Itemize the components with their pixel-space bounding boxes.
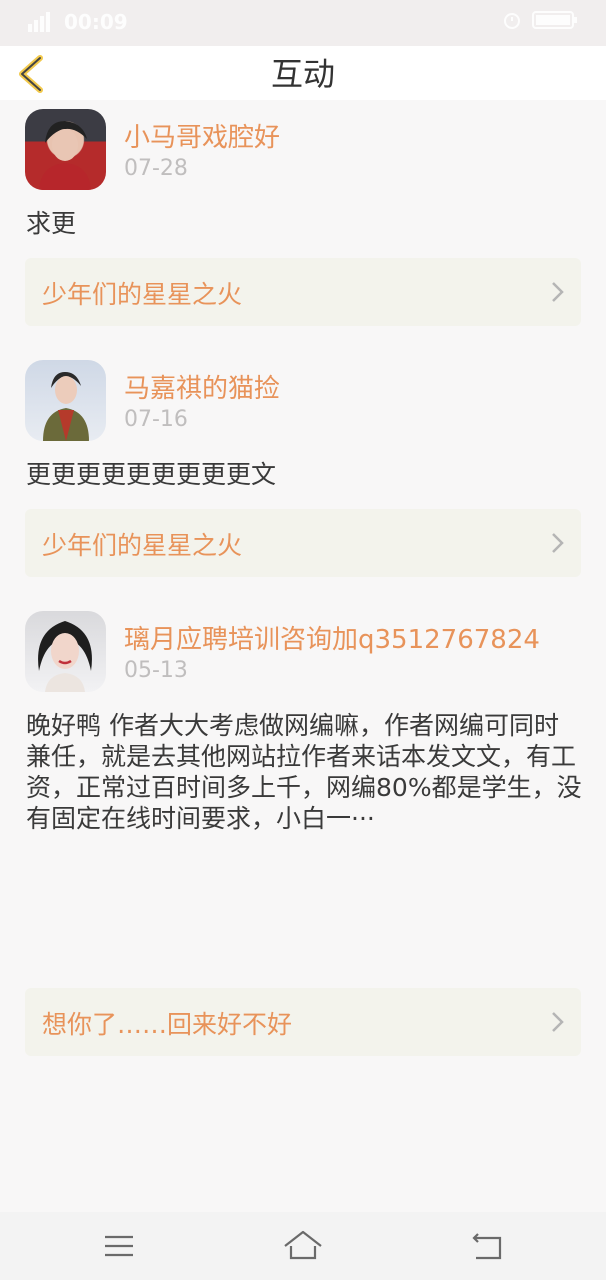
avatar[interactable] <box>25 611 106 692</box>
alarm-icon <box>504 13 520 29</box>
page-title: 互动 <box>270 55 335 93</box>
book-title: 少年们的星星之火 <box>42 531 243 560</box>
chevron-right-icon <box>552 533 564 553</box>
comment-date: 05-13 <box>124 658 188 683</box>
return-icon[interactable] <box>468 1226 508 1266</box>
comment-date: 07-28 <box>124 156 188 181</box>
system-nav-bar <box>0 1212 606 1280</box>
avatar[interactable] <box>25 360 106 441</box>
book-title: 想你了……回来好不好 <box>42 1010 293 1039</box>
username[interactable]: 小马哥戏腔好 <box>124 117 280 154</box>
status-bar: 00:09 <box>0 0 606 46</box>
avatar[interactable] <box>25 109 106 190</box>
book-title: 少年们的星星之火 <box>42 280 243 309</box>
avatar-portrait-icon <box>39 121 91 190</box>
status-time: 00:09 <box>64 10 128 34</box>
book-link[interactable]: 想你了……回来好不好 <box>25 988 581 1056</box>
avatar-portrait-icon <box>38 621 92 692</box>
battery-icon <box>532 11 577 29</box>
chevron-right-icon <box>552 282 564 302</box>
comment-date: 07-16 <box>124 407 188 432</box>
menu-icon[interactable] <box>99 1226 139 1266</box>
book-link[interactable]: 少年们的星星之火 <box>25 509 581 577</box>
username[interactable]: 马嘉祺的猫捡 <box>124 368 280 405</box>
chevron-right-icon <box>552 1012 564 1032</box>
comment-text: 晚好鸭 作者大大考虑做网编嘛，作者网编可同时兼任，就是去其他网站拉作者来话本发文… <box>26 711 582 833</box>
home-icon[interactable] <box>283 1226 323 1266</box>
status-left: 00:09 <box>28 10 128 34</box>
comment-text: 求更 <box>26 209 77 238</box>
signal-icon <box>28 12 50 32</box>
header: 互动 <box>0 46 606 100</box>
username[interactable]: 璃月应聘培训咨询加q3512767824 <box>124 619 540 656</box>
comment-text: 更更更更更更更更更文 <box>26 460 277 489</box>
avatar-portrait-icon <box>43 372 89 441</box>
book-link[interactable]: 少年们的星星之火 <box>25 258 581 326</box>
status-right <box>502 10 578 30</box>
